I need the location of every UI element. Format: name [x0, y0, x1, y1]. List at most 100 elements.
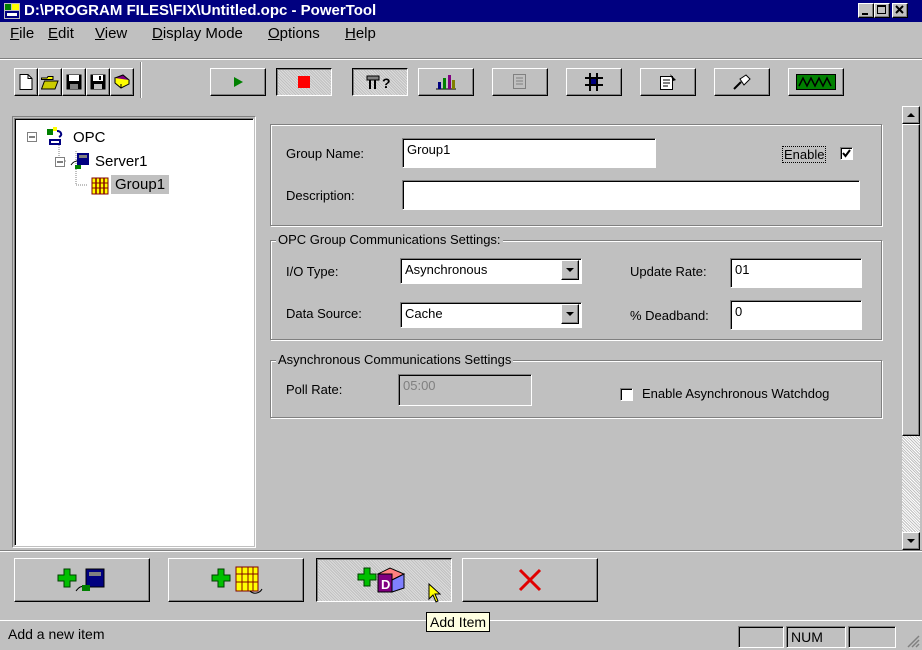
- enable-label[interactable]: Enable: [782, 146, 827, 163]
- probe-button[interactable]: [714, 68, 770, 96]
- stop-icon: [298, 76, 310, 88]
- help-book-button[interactable]: [110, 68, 134, 96]
- play-icon: [234, 77, 243, 87]
- scroll-up-button[interactable]: [902, 106, 920, 124]
- menu-help[interactable]: Help: [345, 25, 376, 42]
- stop-button[interactable]: [276, 68, 332, 96]
- deadband-input[interactable]: 0: [730, 300, 862, 330]
- settings-button[interactable]: [640, 68, 696, 96]
- close-button[interactable]: [892, 3, 908, 18]
- menu-options[interactable]: Options: [268, 25, 320, 42]
- svg-text:D: D: [381, 577, 390, 592]
- scroll-down-button[interactable]: [902, 532, 920, 550]
- status-cell-scroll: [848, 626, 896, 648]
- waveform-icon: [796, 74, 836, 90]
- server-icon: [70, 153, 89, 169]
- statistics-button[interactable]: [418, 68, 474, 96]
- save-disk-icon: [66, 74, 82, 90]
- tree-node-server1[interactable]: Server1: [95, 153, 148, 170]
- arrow-up-icon: [907, 113, 915, 117]
- enable-checkbox[interactable]: [840, 147, 853, 160]
- open-button[interactable]: [38, 68, 62, 96]
- add-group-button[interactable]: [168, 558, 304, 602]
- io-type-label: I/O Type:: [286, 264, 339, 279]
- resize-grip-icon[interactable]: [904, 632, 920, 648]
- collapse-icon[interactable]: [27, 132, 37, 142]
- description-input[interactable]: [402, 180, 860, 210]
- io-type-select[interactable]: Asynchronous: [400, 258, 582, 284]
- add-server-button[interactable]: [14, 558, 150, 602]
- new-file-icon: [19, 74, 33, 90]
- menu-edit[interactable]: Edit: [48, 25, 74, 42]
- async-settings-caption: Asynchronous Communications Settings: [276, 352, 514, 367]
- app-icon[interactable]: [4, 3, 20, 19]
- tree-node-group1[interactable]: Group1: [111, 175, 170, 194]
- group-name-input[interactable]: Group1: [402, 138, 656, 168]
- opc-root-icon: [47, 127, 63, 145]
- properties-pane: Group Name: Group1 Enable Description: O…: [262, 106, 902, 550]
- tools-question-icon: ?: [366, 75, 391, 91]
- status-cell-caps: [738, 626, 784, 648]
- probe-icon: [733, 74, 751, 90]
- deadband-label: % Deadband:: [630, 308, 709, 323]
- data-source-select[interactable]: Cache: [400, 302, 582, 328]
- group-icon: [91, 177, 109, 195]
- io-type-dropdown-button[interactable]: [561, 260, 579, 280]
- group-name-label: Group Name:: [286, 146, 365, 161]
- watchdog-checkbox[interactable]: [620, 388, 633, 401]
- new-button[interactable]: [14, 68, 38, 96]
- watchdog-label[interactable]: Enable Asynchronous Watchdog: [642, 386, 829, 401]
- delete-button[interactable]: [462, 558, 598, 602]
- data-source-value: Cache: [405, 306, 443, 321]
- book-icon: [114, 74, 130, 89]
- save-all-button[interactable]: [86, 68, 110, 96]
- svg-text:?: ?: [382, 75, 391, 91]
- maximize-icon: [877, 5, 886, 14]
- menu-bar: File Edit View Display Mode Options Help: [0, 22, 922, 44]
- delete-x-icon: [518, 568, 542, 592]
- add-group-icon: [211, 566, 263, 594]
- maximize-button[interactable]: [874, 3, 890, 18]
- menu-file[interactable]: File: [10, 25, 34, 42]
- bar-chart-icon: [436, 75, 456, 90]
- checkmark-icon: [842, 149, 851, 158]
- configure-button[interactable]: ?: [352, 68, 408, 96]
- vertical-scrollbar[interactable]: [902, 106, 920, 550]
- opc-settings-caption: OPC Group Communications Settings:: [276, 232, 503, 247]
- properties-icon: [660, 74, 676, 90]
- monitor-button[interactable]: [788, 68, 844, 96]
- poll-rate-input[interactable]: 05:00: [398, 374, 532, 406]
- update-rate-input[interactable]: 01: [730, 258, 862, 288]
- collapse-icon[interactable]: [55, 157, 65, 167]
- run-button[interactable]: [210, 68, 266, 96]
- grid-network-icon: [585, 73, 603, 91]
- data-source-dropdown-button[interactable]: [561, 304, 579, 324]
- save-all-icon: [90, 74, 106, 90]
- status-message: Add a new item: [8, 626, 105, 642]
- update-rate-label: Update Rate:: [630, 264, 707, 279]
- add-item-tooltip: Add Item: [426, 612, 491, 632]
- scroll-thumb[interactable]: [902, 124, 920, 436]
- save-button[interactable]: [62, 68, 86, 96]
- status-num-indicator: NUM: [786, 626, 846, 648]
- tree-view[interactable]: OPC Server1 Group1: [14, 118, 254, 546]
- chevron-down-icon: [566, 268, 574, 272]
- mouse-cursor-icon: [428, 583, 442, 603]
- poll-rate-label: Poll Rate:: [286, 382, 343, 397]
- document-icon: [513, 74, 526, 89]
- network-button[interactable]: [566, 68, 622, 96]
- add-item-blocks-icon: D: [357, 567, 406, 593]
- tree-node-opc[interactable]: OPC: [73, 129, 106, 146]
- properties-disabled-button[interactable]: [492, 68, 548, 96]
- add-server-icon: [57, 568, 105, 592]
- arrow-down-icon: [907, 539, 915, 543]
- minimize-button[interactable]: [858, 3, 874, 18]
- chevron-down-icon: [566, 312, 574, 316]
- data-source-label: Data Source:: [286, 306, 362, 321]
- window-title: D:\PROGRAM FILES\FIX\Untitled.opc - Powe…: [24, 2, 377, 19]
- minimize-icon: [862, 13, 868, 15]
- description-label: Description:: [286, 188, 355, 203]
- title-bar[interactable]: D:\PROGRAM FILES\FIX\Untitled.opc - Powe…: [0, 0, 922, 22]
- menu-display-mode[interactable]: Display Mode: [152, 25, 243, 42]
- menu-view[interactable]: View: [95, 25, 127, 42]
